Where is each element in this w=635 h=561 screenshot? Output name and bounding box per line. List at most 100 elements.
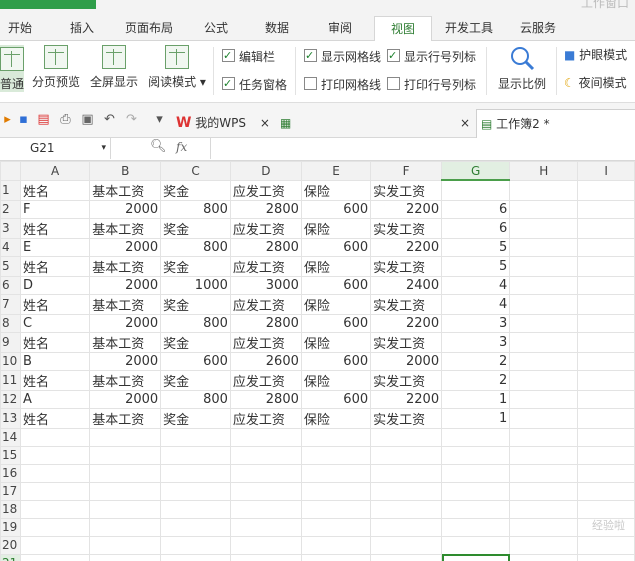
name-box[interactable]: G21 ▾ (0, 138, 111, 159)
cell-d9[interactable]: 应发工资 (229, 331, 302, 353)
cell-d2[interactable]: 2800 (229, 199, 302, 219)
print-icon[interactable]: ⎙ (58, 112, 73, 127)
cell-d8[interactable]: 2800 (229, 313, 302, 333)
cell-d17[interactable] (229, 481, 302, 501)
cell-e13[interactable]: 保险 (300, 407, 372, 429)
cell-g4[interactable]: 5 (441, 237, 511, 257)
cell-b2[interactable]: 2000 (89, 199, 162, 219)
cell-i3[interactable] (577, 217, 635, 239)
cell-g20[interactable] (441, 535, 511, 555)
cell-i21[interactable] (577, 553, 635, 561)
export-pdf-icon[interactable]: ▤ (36, 112, 51, 127)
cell-b14[interactable] (89, 427, 162, 447)
cell-c9[interactable]: 奖金 (160, 331, 231, 353)
cell-e21[interactable] (300, 553, 372, 561)
cell-h3[interactable] (509, 217, 579, 239)
cell-g10[interactable]: 2 (441, 351, 511, 371)
cell-c15[interactable] (160, 445, 231, 465)
task-pane-checkbox[interactable]: 任务窗格 (222, 75, 287, 94)
cell-b11[interactable]: 基本工资 (89, 369, 162, 391)
cell-a9[interactable]: 姓名 (19, 331, 91, 353)
cell-a12[interactable]: A (19, 389, 91, 409)
cell-i11[interactable] (577, 369, 635, 391)
cell-h5[interactable] (509, 255, 579, 277)
cell-e17[interactable] (300, 481, 372, 501)
cell-d21[interactable] (229, 553, 302, 561)
cell-c5[interactable]: 奖金 (160, 255, 231, 277)
cell-i12[interactable] (577, 389, 635, 409)
cell-h11[interactable] (509, 369, 579, 391)
cell-e1[interactable]: 保险 (300, 179, 372, 201)
cell-a15[interactable] (19, 445, 91, 465)
cell-h9[interactable] (509, 331, 579, 353)
cell-h8[interactable] (509, 313, 579, 333)
column-header-i[interactable]: I (577, 161, 635, 181)
cell-d19[interactable] (229, 517, 302, 537)
cell-h10[interactable] (509, 351, 579, 371)
cell-h19[interactable] (509, 517, 579, 537)
cell-a13[interactable]: 姓名 (19, 407, 91, 429)
cell-g2[interactable]: 6 (441, 199, 511, 219)
fx-icon[interactable]: fx (176, 140, 187, 154)
cell-d15[interactable] (229, 445, 302, 465)
formula-input[interactable] (210, 138, 635, 159)
cell-d16[interactable] (229, 463, 302, 483)
cell-f16[interactable] (370, 463, 443, 483)
cell-d14[interactable] (229, 427, 302, 447)
night-mode-button[interactable]: ☾ 夜间模式 (564, 74, 627, 92)
cell-f14[interactable] (370, 427, 443, 447)
cell-b19[interactable] (89, 517, 162, 537)
cell-e16[interactable] (300, 463, 372, 483)
cell-e9[interactable]: 保险 (300, 331, 372, 353)
row-header[interactable]: 6 (0, 275, 21, 295)
cell-h21[interactable] (509, 553, 579, 561)
cell-a20[interactable] (19, 535, 91, 555)
cell-a16[interactable] (19, 463, 91, 483)
app-title-badge[interactable] (0, 0, 96, 9)
cell-i4[interactable] (577, 237, 635, 257)
cell-d7[interactable]: 应发工资 (229, 293, 302, 315)
cell-i10[interactable] (577, 351, 635, 371)
cell-c17[interactable] (160, 481, 231, 501)
cell-d10[interactable]: 2600 (229, 351, 302, 371)
cell-d5[interactable]: 应发工资 (229, 255, 302, 277)
search-icon[interactable]: 🔍︎ (150, 139, 167, 154)
cell-e19[interactable] (300, 517, 372, 537)
cell-e2[interactable]: 600 (300, 199, 372, 219)
cell-i6[interactable] (577, 275, 635, 295)
column-header-a[interactable]: A (19, 161, 91, 181)
page-break-preview-button[interactable]: 分页预览 (30, 45, 82, 90)
cell-e5[interactable]: 保险 (300, 255, 372, 277)
cell-b21[interactable] (89, 553, 162, 561)
cell-a14[interactable] (19, 427, 91, 447)
cell-c13[interactable]: 奖金 (160, 407, 231, 429)
cell-f1[interactable]: 实发工资 (370, 179, 443, 201)
cell-d1[interactable]: 应发工资 (229, 179, 302, 201)
cell-i20[interactable] (577, 535, 635, 555)
row-header[interactable]: 12 (0, 389, 21, 409)
tab-developer[interactable]: 开发工具 (440, 16, 498, 40)
fullscreen-button[interactable]: 全屏显示 (88, 45, 140, 90)
cell-d4[interactable]: 2800 (229, 237, 302, 257)
cell-a7[interactable]: 姓名 (19, 293, 91, 315)
cell-e11[interactable]: 保险 (300, 369, 372, 391)
close-icon[interactable]: × (460, 109, 470, 137)
cell-g14[interactable] (441, 427, 511, 447)
cell-g3[interactable]: 6 (441, 217, 511, 239)
cell-c20[interactable] (160, 535, 231, 555)
cell-a3[interactable]: 姓名 (19, 217, 91, 239)
row-header[interactable]: 9 (0, 331, 21, 353)
cell-b10[interactable]: 2000 (89, 351, 162, 371)
cell-a8[interactable]: C (19, 313, 91, 333)
cell-i16[interactable] (577, 463, 635, 483)
cell-e8[interactable]: 600 (300, 313, 372, 333)
cell-b6[interactable]: 2000 (89, 275, 162, 295)
cell-a4[interactable]: E (19, 237, 91, 257)
cell-f21[interactable] (370, 553, 443, 561)
cell-c14[interactable] (160, 427, 231, 447)
cell-c10[interactable]: 600 (160, 351, 231, 371)
cell-a18[interactable] (19, 499, 91, 519)
reading-mode-button[interactable]: 阅读模式 ▾ (146, 45, 208, 90)
cell-g21[interactable] (441, 553, 511, 561)
cell-i5[interactable] (577, 255, 635, 277)
